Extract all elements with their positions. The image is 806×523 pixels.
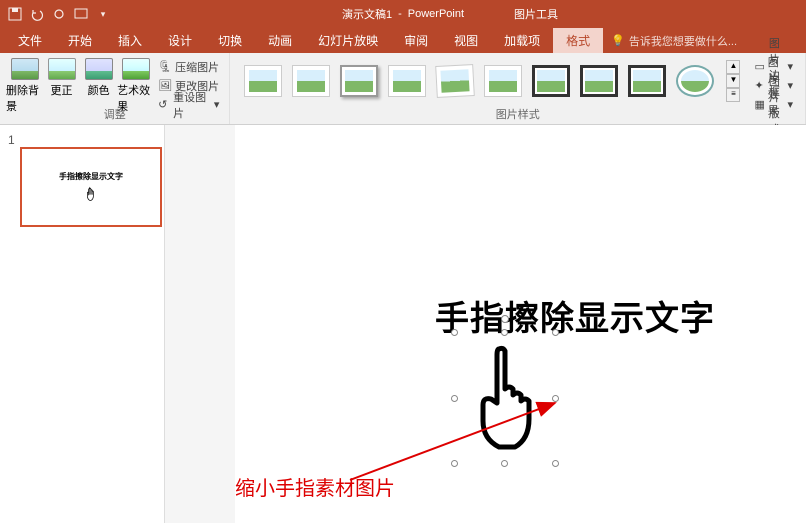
resize-handle-bl[interactable] <box>451 460 458 467</box>
save-icon[interactable] <box>8 7 22 21</box>
tab-review[interactable]: 审阅 <box>391 28 441 53</box>
style-preset-6[interactable] <box>484 65 522 97</box>
resize-handle-bm[interactable] <box>501 460 508 467</box>
resize-handle-tl[interactable] <box>451 329 458 336</box>
title-bar: ▾ 演示文稿1 - PowerPoint 图片工具 <box>0 0 806 28</box>
remove-background-button[interactable]: 删除背景 <box>6 56 43 114</box>
tab-addins[interactable]: 加载项 <box>491 28 553 53</box>
style-preset-5[interactable] <box>436 64 476 98</box>
qat-more-icon[interactable]: ▾ <box>96 7 110 21</box>
compress-pictures-button[interactable]: 🗜压缩图片 <box>158 58 219 75</box>
ribbon-tabs: 文件 开始 插入 设计 切换 动画 幻灯片放映 审阅 视图 加载项 格式 💡 告… <box>0 28 806 53</box>
color-icon <box>85 58 113 80</box>
slide-number: 1 <box>8 133 15 147</box>
reset-icon: ↺ <box>158 98 170 112</box>
tab-animations[interactable]: 动画 <box>255 28 305 53</box>
tab-view[interactable]: 视图 <box>441 28 491 53</box>
tab-file[interactable]: 文件 <box>5 28 55 53</box>
effects-icon: ✦ <box>754 79 763 93</box>
contextual-tab-label: 图片工具 <box>496 0 576 28</box>
window-title: 演示文稿1 - PowerPoint <box>342 6 464 22</box>
gallery-scroll-down[interactable]: ▼ <box>726 74 740 88</box>
style-preset-3[interactable] <box>340 65 378 97</box>
slide-canvas[interactable]: 手指擦除显示文字 缩小手指素材图片 <box>235 125 806 523</box>
tab-format[interactable]: 格式 <box>553 28 603 53</box>
app-name: PowerPoint <box>408 8 464 20</box>
color-button[interactable]: 颜色 <box>80 56 117 98</box>
slide-thumbnail-panel: 1 手指擦除显示文字 <box>0 125 165 523</box>
tell-me-search[interactable]: 💡 告诉我您想要做什么... <box>603 28 737 53</box>
ribbon: 删除背景 更正 颜色 艺术效果 🗜压缩图片 🖼更改图片 ↺重设图片 ▾ 调整 <box>0 53 806 125</box>
group-picture-styles: ▲ ▼ ≡ ▭图片边框 ▾ ✦图片效果 ▾ ▦图片版式 ▾ 图片样式 <box>230 53 806 124</box>
gallery-scroll-up[interactable]: ▲ <box>726 60 740 74</box>
resize-handle-tm[interactable] <box>501 329 508 336</box>
style-preset-8[interactable] <box>580 65 618 97</box>
tab-insert[interactable]: 插入 <box>105 28 155 53</box>
picture-styles-gallery: ▲ ▼ ≡ <box>236 56 748 106</box>
hand-cursor-icon <box>82 186 100 204</box>
tab-slideshow[interactable]: 幻灯片放映 <box>305 28 391 53</box>
tab-home[interactable]: 开始 <box>55 28 105 53</box>
quick-access-toolbar: ▾ <box>0 7 110 21</box>
slide-canvas-area: 手指擦除显示文字 缩小手指素材图片 <box>165 125 806 523</box>
style-preset-10[interactable] <box>676 65 714 97</box>
style-preset-2[interactable] <box>292 65 330 97</box>
artistic-icon <box>122 58 150 80</box>
hand-pointer-icon <box>463 341 547 455</box>
tab-transitions[interactable]: 切换 <box>205 28 255 53</box>
tab-design[interactable]: 设计 <box>155 28 205 53</box>
resize-handle-mr[interactable] <box>552 395 559 402</box>
style-preset-4[interactable] <box>388 65 426 97</box>
slideshow-icon[interactable] <box>74 7 88 21</box>
resize-handle-tr[interactable] <box>552 329 559 336</box>
style-preset-7[interactable] <box>532 65 570 97</box>
reset-picture-button[interactable]: ↺重设图片 ▾ <box>158 96 219 113</box>
undo-icon[interactable] <box>30 7 44 21</box>
layout-icon: ▦ <box>754 98 764 112</box>
corrections-icon <box>48 58 76 80</box>
slide-thumbnail-1[interactable]: 手指擦除显示文字 <box>20 147 162 227</box>
lightbulb-icon: 💡 <box>611 34 625 47</box>
picture-layout-button[interactable]: ▦图片版式 ▾ <box>754 96 793 113</box>
change-icon: 🖼 <box>158 79 172 93</box>
style-preset-9[interactable] <box>628 65 666 97</box>
style-preset-1[interactable] <box>244 65 282 97</box>
workspace: 1 手指擦除显示文字 手指擦除显示文字 <box>0 125 806 523</box>
compress-icon: 🗜 <box>158 60 172 74</box>
resize-handle-br[interactable] <box>552 460 559 467</box>
border-icon: ▭ <box>754 60 764 74</box>
corrections-button[interactable]: 更正 <box>43 56 80 98</box>
doc-name: 演示文稿1 <box>342 6 392 22</box>
remove-bg-icon <box>11 58 39 80</box>
resize-handle-ml[interactable] <box>451 395 458 402</box>
gallery-more-icon[interactable]: ≡ <box>726 88 740 102</box>
selected-picture[interactable] <box>455 333 555 463</box>
rotate-handle[interactable] <box>501 315 509 323</box>
annotation-text: 缩小手指素材图片 <box>235 472 395 501</box>
group-adjust: 删除背景 更正 颜色 艺术效果 🗜压缩图片 🖼更改图片 ↺重设图片 ▾ 调整 <box>0 53 230 124</box>
redo-icon[interactable] <box>52 7 66 21</box>
